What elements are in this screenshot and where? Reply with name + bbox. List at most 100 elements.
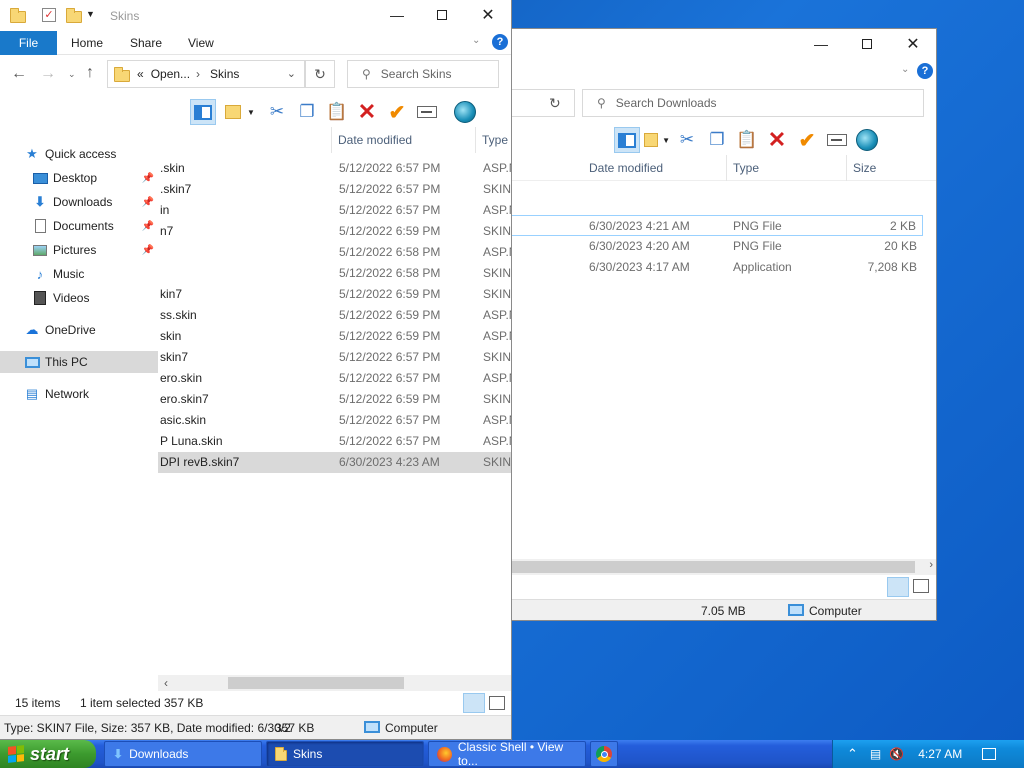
copy-button[interactable]: ❐ bbox=[704, 127, 730, 153]
rename-button[interactable] bbox=[824, 127, 850, 153]
nav-videos[interactable]: Videos bbox=[0, 287, 158, 309]
taskbar-item-firefox[interactable]: Classic Shell • View to... bbox=[428, 740, 586, 768]
close-button[interactable]: ✕ bbox=[465, 0, 511, 30]
horizontal-scrollbar[interactable]: ‹ bbox=[158, 675, 511, 691]
start-button[interactable]: start bbox=[0, 740, 96, 768]
dropdown-arrow-icon[interactable]: ▼ bbox=[662, 136, 670, 145]
nav-music[interactable]: ♪ Music bbox=[0, 263, 158, 285]
cut-button[interactable]: ✂ bbox=[674, 127, 700, 153]
notification-icon[interactable] bbox=[982, 748, 997, 760]
table-row[interactable]: .skin7 5/12/2022 6:57 PM SKIN7 bbox=[158, 179, 511, 200]
column-date-modified[interactable]: Date modified bbox=[332, 127, 476, 153]
skins-window[interactable]: ✓ ▼ Skins — ✕ File Home Share View ⌄ ? ←… bbox=[0, 0, 512, 740]
paste-button[interactable]: 📋 bbox=[734, 127, 760, 153]
search-input[interactable]: Search Skins bbox=[381, 67, 452, 81]
delete-button[interactable]: ✕ bbox=[354, 99, 380, 125]
properties-qat-icon[interactable]: ✓ bbox=[42, 8, 56, 22]
table-row[interactable]: 6/30/2023 4:20 AM PNG File 20 KB bbox=[511, 236, 923, 257]
ribbon-expand-icon[interactable]: ⌄ bbox=[901, 64, 909, 75]
tab-view[interactable]: View bbox=[188, 31, 214, 55]
table-row[interactable]: 5/12/2022 6:58 PM SKIN7 bbox=[158, 263, 511, 284]
table-row[interactable]: 6/30/2023 4:21 AM PNG File 2 KB bbox=[511, 215, 923, 236]
tab-share[interactable]: Share bbox=[130, 31, 162, 55]
column-date-modified[interactable]: Date modified bbox=[583, 155, 727, 181]
breadcrumb-open[interactable]: Open... bbox=[151, 67, 190, 81]
new-folder-qat-icon[interactable] bbox=[66, 8, 82, 23]
classic-shell-button[interactable] bbox=[854, 127, 880, 153]
maximize-button[interactable] bbox=[844, 29, 890, 59]
minimize-button[interactable]: — bbox=[374, 0, 420, 30]
table-row[interactable]: n7 5/12/2022 6:59 PM SKIN7 bbox=[158, 221, 511, 242]
cut-button[interactable]: ✂ bbox=[264, 99, 290, 125]
table-row[interactable]: kin7 5/12/2022 6:59 PM SKIN7 bbox=[158, 284, 511, 305]
preview-pane-button[interactable] bbox=[614, 127, 640, 153]
horizontal-scrollbar[interactable]: › bbox=[511, 559, 936, 575]
scroll-left-icon[interactable]: ‹ bbox=[164, 676, 168, 690]
close-button[interactable]: ✕ bbox=[890, 29, 936, 59]
nav-pictures[interactable]: Pictures 📌 bbox=[0, 239, 158, 261]
properties-button[interactable]: ▼ bbox=[220, 99, 260, 125]
rename-button[interactable] bbox=[414, 99, 440, 125]
volume-muted-icon[interactable]: 🔇 bbox=[889, 747, 904, 761]
qat-dropdown-icon[interactable]: ▼ bbox=[86, 9, 95, 19]
column-name[interactable] bbox=[158, 127, 332, 153]
nav-downloads[interactable]: ⬇ Downloads 📌 bbox=[0, 191, 158, 213]
preview-pane-button[interactable] bbox=[190, 99, 216, 125]
table-row[interactable]: in 5/12/2022 6:57 PM ASP.N bbox=[158, 200, 511, 221]
address-dropdown-icon[interactable]: ⌄ bbox=[287, 67, 296, 80]
downloads-window[interactable]: — ✕ ⌄ ? ↻ ⚲ Search Downloads ▼ ✂ ❐ 📋 ✕ ✔… bbox=[511, 28, 937, 621]
column-size[interactable]: Size bbox=[847, 155, 927, 181]
details-view-button[interactable] bbox=[463, 693, 485, 713]
taskbar-item-chrome[interactable] bbox=[590, 741, 618, 767]
nav-quick-access[interactable]: ★ Quick access bbox=[0, 143, 158, 165]
recent-dropdown-icon[interactable]: ⌄ bbox=[68, 69, 76, 80]
help-icon[interactable]: ? bbox=[492, 34, 508, 50]
show-hidden-icons[interactable]: ⌃ bbox=[847, 746, 858, 762]
table-row[interactable]: 5/12/2022 6:58 PM ASP.N bbox=[158, 242, 511, 263]
table-row[interactable]: 6/30/2023 4:17 AM Application 7,208 KB bbox=[511, 257, 923, 278]
nav-desktop[interactable]: Desktop 📌 bbox=[0, 167, 158, 189]
nav-this-pc[interactable]: This PC bbox=[0, 351, 158, 373]
breadcrumb-separator[interactable]: › bbox=[196, 67, 200, 81]
taskbar-item-downloads[interactable]: ⬇ Downloads bbox=[104, 741, 262, 767]
table-row[interactable]: skin 5/12/2022 6:59 PM ASP.N bbox=[158, 326, 511, 347]
nav-documents[interactable]: Documents 📌 bbox=[0, 215, 158, 237]
up-icon[interactable]: ↑ bbox=[86, 64, 94, 82]
scrollbar-thumb[interactable] bbox=[511, 561, 915, 573]
nav-network[interactable]: ▤ Network bbox=[0, 383, 158, 405]
large-icons-view-button[interactable] bbox=[489, 696, 505, 710]
breadcrumb-skins[interactable]: Skins bbox=[210, 67, 239, 81]
search-box[interactable]: ⚲ Search Downloads bbox=[582, 89, 924, 117]
back-icon[interactable]: ← bbox=[11, 65, 27, 83]
taskbar-item-skins[interactable]: Skins bbox=[266, 741, 424, 767]
scrollbar-thumb[interactable] bbox=[228, 677, 404, 689]
table-row[interactable]: skin7 5/12/2022 6:57 PM SKIN7 bbox=[158, 347, 511, 368]
copy-button[interactable]: ❐ bbox=[294, 99, 320, 125]
column-type[interactable]: Type bbox=[476, 127, 511, 153]
breadcrumb-overflow[interactable]: « bbox=[137, 67, 144, 81]
select-button[interactable]: ✔ bbox=[794, 127, 820, 153]
nav-onedrive[interactable]: ☁ OneDrive bbox=[0, 319, 158, 341]
table-row[interactable]: ss.skin 5/12/2022 6:59 PM ASP.N bbox=[158, 305, 511, 326]
ribbon-expand-icon[interactable]: ⌄ bbox=[472, 35, 480, 46]
column-type[interactable]: Type bbox=[727, 155, 847, 181]
classic-shell-button[interactable] bbox=[452, 99, 478, 125]
table-row[interactable]: ero.skin7 5/12/2022 6:59 PM SKIN7 bbox=[158, 389, 511, 410]
delete-button[interactable]: ✕ bbox=[764, 127, 790, 153]
table-row[interactable]: DPI revB.skin7 6/30/2023 4:23 AM SKIN7 bbox=[158, 452, 511, 473]
minimize-button[interactable]: — bbox=[798, 29, 844, 59]
tab-file[interactable]: File bbox=[0, 31, 57, 55]
large-icons-view-button[interactable] bbox=[913, 579, 929, 593]
help-icon[interactable]: ? bbox=[917, 63, 933, 79]
tab-home[interactable]: Home bbox=[71, 31, 103, 55]
refresh-icon[interactable]: ↻ bbox=[549, 95, 561, 112]
refresh-button[interactable]: ↻ bbox=[511, 89, 575, 117]
clock[interactable]: 4:27 AM bbox=[918, 747, 962, 761]
address-bar[interactable]: « Open... › Skins ⌄ bbox=[107, 60, 305, 88]
table-row[interactable]: ero.skin 5/12/2022 6:57 PM ASP.N bbox=[158, 368, 511, 389]
properties-button[interactable]: ▼ bbox=[644, 127, 670, 153]
dropdown-arrow-icon[interactable]: ▼ bbox=[247, 108, 255, 117]
network-tray-icon[interactable]: ▤ bbox=[870, 747, 881, 761]
paste-button[interactable]: 📋 bbox=[324, 99, 350, 125]
scroll-right-icon[interactable]: › bbox=[929, 559, 933, 571]
